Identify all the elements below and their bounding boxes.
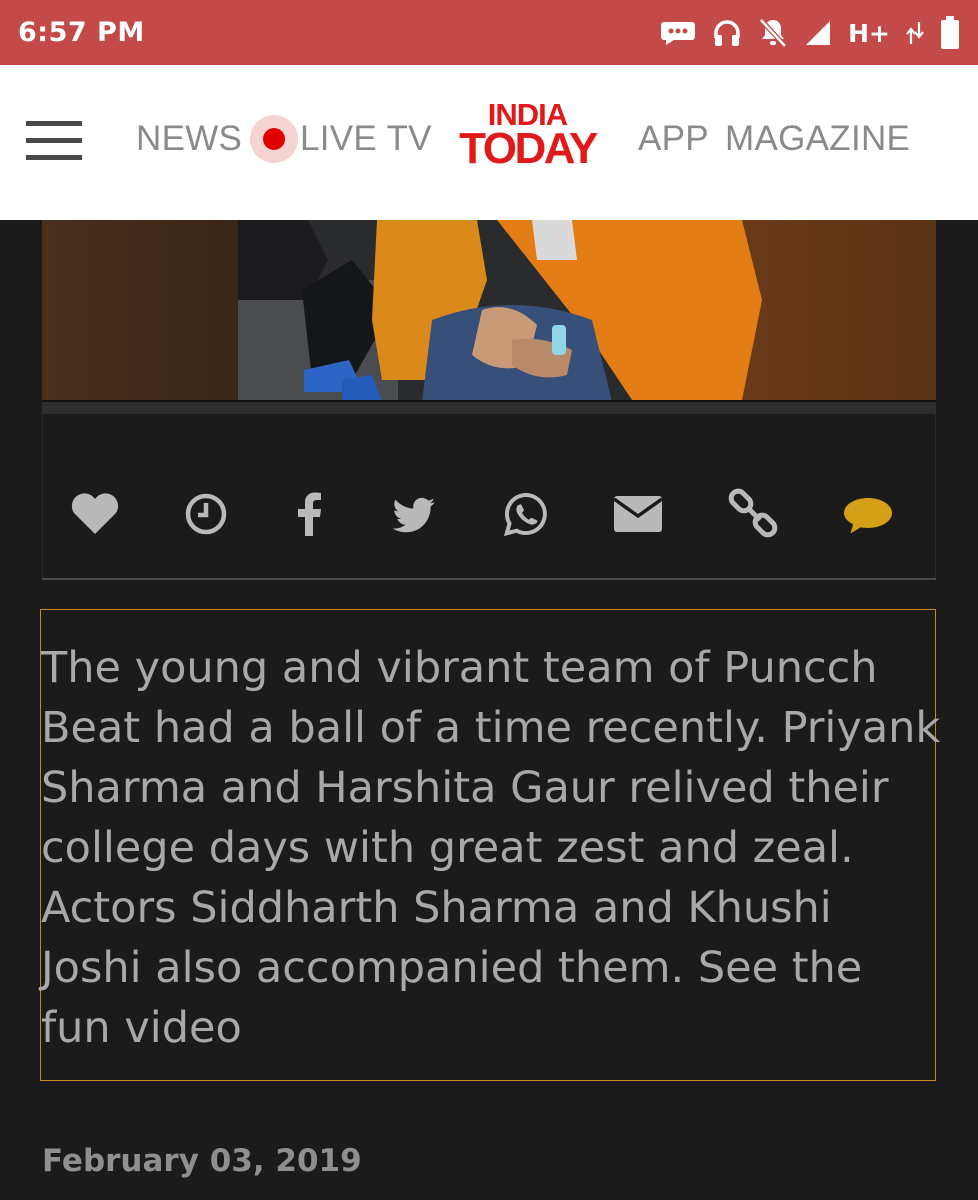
nav-live-tv[interactable]: LIVE TV	[300, 119, 432, 159]
site-header: NEWS LIVE TV INDIA TODAY APP MAGAZINE	[0, 65, 978, 220]
share-divider	[42, 578, 936, 580]
article-date: February 03, 2019	[42, 1143, 362, 1179]
battery-icon	[940, 16, 960, 50]
menu-icon[interactable]	[26, 121, 82, 161]
clock-icon[interactable]	[176, 484, 236, 544]
heart-icon[interactable]	[65, 484, 125, 544]
message-icon	[660, 20, 696, 46]
signal-icon	[804, 19, 832, 47]
video-progress-bar	[42, 400, 936, 414]
article-description: The young and vibrant team of Puncch Bea…	[41, 643, 941, 1053]
comment-icon[interactable]	[838, 484, 898, 544]
share-bar	[42, 414, 936, 579]
india-today-logo[interactable]: INDIA TODAY	[450, 99, 605, 173]
network-type: H+	[848, 18, 890, 48]
email-icon[interactable]	[608, 484, 668, 544]
link-icon[interactable]	[724, 484, 784, 544]
thumbnail-image	[42, 220, 936, 402]
headphones-icon	[712, 18, 742, 48]
bell-off-icon	[758, 17, 788, 49]
nav-app[interactable]: APP	[638, 119, 709, 159]
logo-line-2: TODAY	[459, 124, 598, 173]
article-description-box: The young and vibrant team of Puncch Bea…	[40, 609, 940, 1081]
live-dot-icon	[250, 115, 298, 163]
twitter-icon[interactable]	[384, 484, 444, 544]
video-thumbnail[interactable]	[42, 220, 936, 402]
data-arrows-icon	[906, 20, 924, 46]
status-bar: 6:57 PM H+	[0, 0, 978, 65]
facebook-icon[interactable]	[280, 484, 340, 544]
status-icons: H+	[660, 14, 960, 52]
nav-magazine[interactable]: MAGAZINE	[725, 119, 910, 159]
status-time: 6:57 PM	[18, 17, 145, 48]
nav-news[interactable]: NEWS	[136, 119, 242, 159]
whatsapp-icon[interactable]	[496, 484, 556, 544]
